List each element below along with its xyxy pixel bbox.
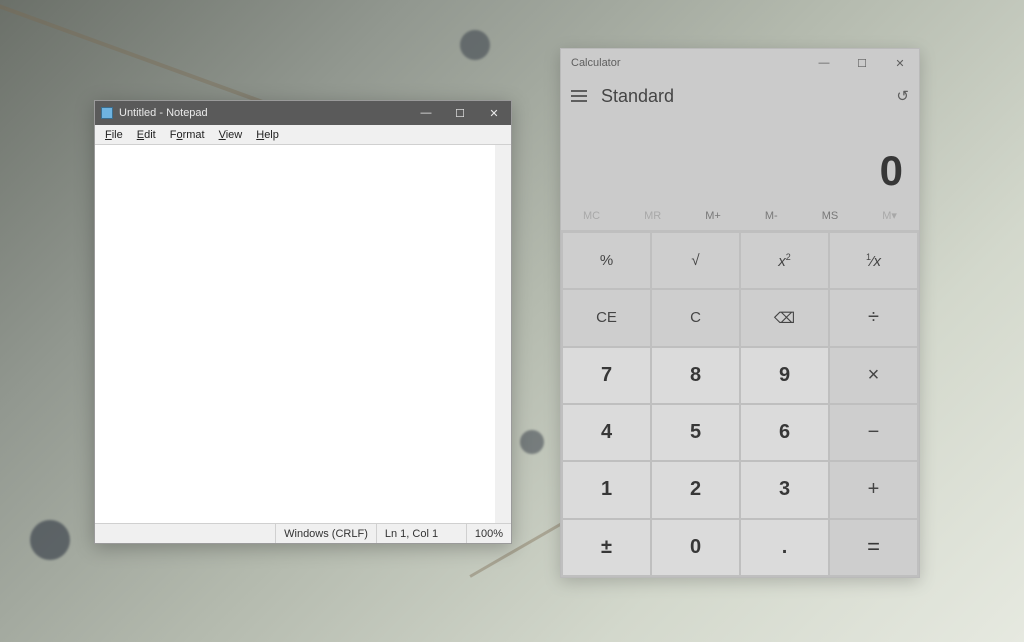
- status-zoom: 100%: [466, 524, 511, 543]
- calculator-memory-row: MC MR M+ M- MS M▾: [561, 201, 919, 231]
- key-subtract[interactable]: −: [830, 405, 917, 460]
- scroll-down-icon[interactable]: ▾: [496, 509, 510, 523]
- key-ce[interactable]: CE: [563, 290, 650, 345]
- status-encoding: Windows (CRLF): [275, 524, 376, 543]
- memory-store[interactable]: MS: [816, 206, 845, 226]
- key-3[interactable]: 3: [741, 462, 828, 517]
- key-0[interactable]: 0: [652, 520, 739, 575]
- menu-view[interactable]: View: [213, 128, 249, 142]
- calculator-header: Standard ↺: [561, 77, 919, 115]
- key-2[interactable]: 2: [652, 462, 739, 517]
- key-square[interactable]: x2: [741, 233, 828, 288]
- memory-subtract[interactable]: M-: [759, 206, 784, 226]
- memory-clear[interactable]: MC: [577, 206, 606, 226]
- key-square-label: x2: [778, 252, 791, 270]
- notepad-icon: [101, 107, 113, 119]
- key-percent[interactable]: %: [563, 233, 650, 288]
- notepad-title: Untitled - Notepad: [119, 107, 409, 119]
- key-multiply[interactable]: ×: [830, 348, 917, 403]
- notepad-window[interactable]: Untitled - Notepad — ☐ ✕ File Edit Forma…: [94, 100, 512, 544]
- key-1[interactable]: 1: [563, 462, 650, 517]
- hamburger-icon[interactable]: [571, 90, 587, 102]
- menu-help[interactable]: Help: [250, 128, 285, 142]
- key-reciprocal-label: 1⁄x: [866, 252, 881, 270]
- key-6[interactable]: 6: [741, 405, 828, 460]
- key-reciprocal[interactable]: 1⁄x: [830, 233, 917, 288]
- menu-file[interactable]: File: [99, 128, 129, 142]
- notepad-statusbar: Windows (CRLF) Ln 1, Col 1 100%: [95, 523, 511, 543]
- calculator-window[interactable]: Calculator — ☐ ✕ Standard ↺ 0 MC MR M+ M…: [560, 48, 920, 578]
- key-negate[interactable]: ±: [563, 520, 650, 575]
- calculator-titlebar[interactable]: Calculator — ☐ ✕: [561, 49, 919, 77]
- calculator-title: Calculator: [571, 57, 805, 69]
- key-backspace[interactable]: ⌫: [741, 290, 828, 345]
- memory-add[interactable]: M+: [699, 206, 727, 226]
- calculator-keypad: % √ x2 1⁄x CE C ⌫ ÷ 7 8 9 × 4 5 6 − 1 2 …: [561, 231, 919, 577]
- memory-recall[interactable]: MR: [638, 206, 667, 226]
- menu-format[interactable]: Format: [164, 128, 211, 142]
- key-4[interactable]: 4: [563, 405, 650, 460]
- wallpaper-decoration: [520, 430, 544, 454]
- calculator-display: 0: [561, 115, 919, 201]
- minimize-button[interactable]: —: [409, 101, 443, 125]
- close-button[interactable]: ✕: [477, 101, 511, 125]
- key-c[interactable]: C: [652, 290, 739, 345]
- notepad-titlebar[interactable]: Untitled - Notepad — ☐ ✕: [95, 101, 511, 125]
- key-decimal[interactable]: .: [741, 520, 828, 575]
- key-equals[interactable]: =: [830, 520, 917, 575]
- minimize-button[interactable]: —: [805, 49, 843, 77]
- notepad-textarea[interactable]: ▴ ▾: [95, 145, 511, 523]
- close-button[interactable]: ✕: [881, 49, 919, 77]
- maximize-button[interactable]: ☐: [443, 101, 477, 125]
- key-divide[interactable]: ÷: [830, 290, 917, 345]
- key-5[interactable]: 5: [652, 405, 739, 460]
- scroll-up-icon[interactable]: ▴: [496, 145, 510, 159]
- history-icon[interactable]: ↺: [896, 87, 909, 105]
- key-sqrt[interactable]: √: [652, 233, 739, 288]
- status-position: Ln 1, Col 1: [376, 524, 466, 543]
- memory-list[interactable]: M▾: [876, 205, 903, 226]
- notepad-menubar: File Edit Format View Help: [95, 125, 511, 145]
- key-8[interactable]: 8: [652, 348, 739, 403]
- maximize-button[interactable]: ☐: [843, 49, 881, 77]
- key-7[interactable]: 7: [563, 348, 650, 403]
- menu-edit[interactable]: Edit: [131, 128, 162, 142]
- calculator-mode: Standard: [601, 86, 882, 107]
- key-add[interactable]: +: [830, 462, 917, 517]
- wallpaper-decoration: [30, 520, 70, 560]
- wallpaper-decoration: [460, 30, 490, 60]
- key-9[interactable]: 9: [741, 348, 828, 403]
